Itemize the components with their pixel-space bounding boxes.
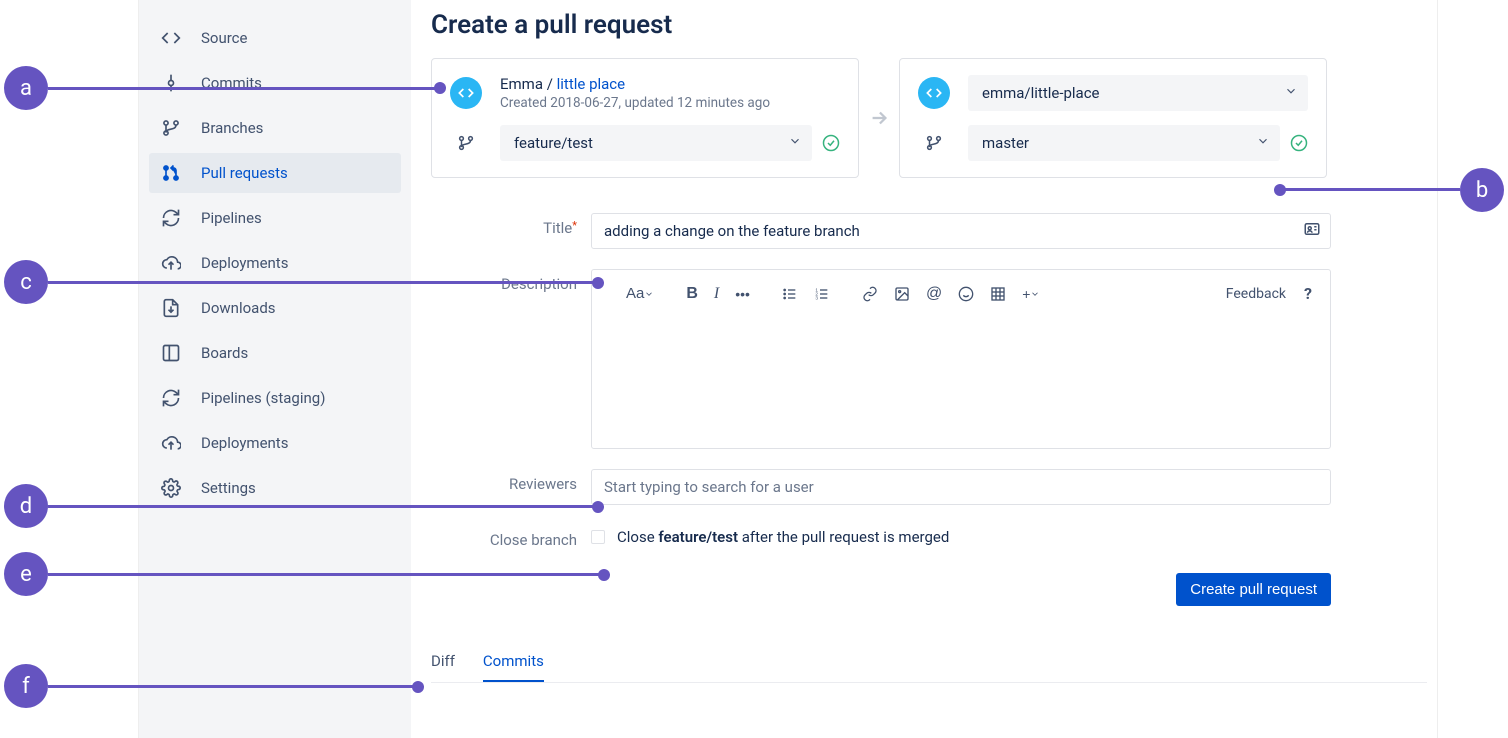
table-button[interactable] — [986, 282, 1010, 306]
branch-selector-row: Emma / little place Created 2018-06-27, … — [431, 58, 1427, 178]
title-input[interactable] — [591, 213, 1331, 249]
branch-icon — [918, 134, 950, 152]
arrow-icon — [859, 107, 899, 129]
description-label: Description — [431, 269, 591, 449]
sidebar-item-label: Deployments — [201, 434, 288, 452]
select-value: emma/little-place — [982, 84, 1100, 102]
tabs: Diff Commits — [431, 646, 1427, 683]
contact-card-icon[interactable] — [1303, 220, 1321, 242]
repo-icon — [918, 77, 950, 109]
sidebar-item-label: Boards — [201, 344, 248, 362]
feedback-link[interactable]: Feedback — [1226, 286, 1286, 302]
annotation-d: d — [4, 484, 48, 528]
status-check-icon — [1290, 134, 1308, 152]
dest-branch-select[interactable]: master — [968, 125, 1280, 161]
chevron-down-icon — [1284, 84, 1298, 102]
image-button[interactable] — [890, 282, 914, 306]
sidebar-item-pull-requests[interactable]: Pull requests — [149, 153, 401, 193]
sidebar-item-source[interactable]: Source — [149, 18, 401, 58]
annotation-b: b — [1460, 168, 1504, 212]
sidebar-item-label: Source — [201, 29, 247, 47]
italic-button[interactable]: I — [710, 281, 723, 307]
dest-branch-card: emma/little-place master — [899, 58, 1327, 178]
close-branch-label: Close branch — [431, 525, 591, 549]
app-frame: Source Commits Branches Pull requests Pi… — [138, 0, 1438, 738]
page-title: Create a pull request — [431, 10, 1427, 40]
pipelines-icon — [159, 386, 183, 410]
main-content: Create a pull request Emma / little plac… — [411, 0, 1437, 738]
annotation-f: f — [4, 664, 48, 708]
sidebar-item-pipelines[interactable]: Pipelines — [149, 198, 401, 238]
help-icon[interactable]: ? — [1304, 284, 1312, 303]
insert-more-button[interactable]: + — [1018, 282, 1044, 306]
tab-diff[interactable]: Diff — [431, 646, 455, 682]
create-pull-request-button[interactable]: Create pull request — [1176, 573, 1331, 606]
annotation-a: a — [4, 66, 48, 110]
close-branch-text: Close feature/test after the pull reques… — [617, 528, 949, 546]
sidebar-item-downloads[interactable]: Downloads — [149, 288, 401, 328]
pipelines-icon — [159, 206, 183, 230]
boards-icon — [159, 341, 183, 365]
annotation-e: e — [4, 552, 48, 596]
bullet-list-button[interactable] — [778, 282, 802, 306]
title-label: Title* — [431, 213, 591, 249]
sidebar-item-boards[interactable]: Boards — [149, 333, 401, 373]
repo-icon — [450, 77, 482, 109]
sidebar-item-label: Pull requests — [201, 164, 288, 182]
select-value: feature/test — [514, 134, 593, 152]
gear-icon — [159, 476, 183, 500]
sidebar-item-pipelines-staging[interactable]: Pipelines (staging) — [149, 378, 401, 418]
sidebar-item-label: Settings — [201, 479, 256, 497]
sidebar-item-label: Pipelines (staging) — [201, 389, 325, 407]
source-branch-select[interactable]: feature/test — [500, 125, 812, 161]
sidebar-item-settings[interactable]: Settings — [149, 468, 401, 508]
select-value: master — [982, 134, 1029, 152]
commit-icon — [159, 71, 183, 95]
text-style-button[interactable]: Aa — [622, 281, 658, 306]
editor-toolbar: Aa B I ••• 123 — [592, 270, 1330, 318]
sidebar-item-label: Downloads — [201, 299, 276, 317]
sidebar-item-deployments[interactable]: Deployments — [149, 243, 401, 283]
numbered-list-button[interactable]: 123 — [810, 282, 834, 306]
source-repo-meta: Created 2018-06-27, updated 12 minutes a… — [500, 95, 770, 111]
sidebar: Source Commits Branches Pull requests Pi… — [139, 0, 411, 738]
status-check-icon — [822, 134, 840, 152]
code-icon — [159, 26, 183, 50]
sidebar-item-branches[interactable]: Branches — [149, 108, 401, 148]
download-icon — [159, 296, 183, 320]
annotation-c: c — [4, 260, 48, 304]
bold-button[interactable]: B — [682, 281, 702, 307]
cloud-upload-icon — [159, 251, 183, 275]
description-editor[interactable]: Aa B I ••• 123 — [591, 269, 1331, 449]
emoji-button[interactable] — [954, 282, 978, 306]
mention-button[interactable]: @ — [922, 281, 946, 307]
sidebar-item-label: Pipelines — [201, 209, 262, 227]
sidebar-item-deployments-2[interactable]: Deployments — [149, 423, 401, 463]
tab-commits[interactable]: Commits — [483, 646, 544, 682]
reviewers-input[interactable]: Start typing to search for a user — [591, 469, 1331, 505]
pull-request-icon — [159, 161, 183, 185]
sidebar-item-label: Branches — [201, 119, 263, 137]
source-branch-card: Emma / little place Created 2018-06-27, … — [431, 58, 859, 178]
sidebar-item-commits[interactable]: Commits — [149, 63, 401, 103]
branch-icon — [159, 116, 183, 140]
svg-text:3: 3 — [815, 295, 818, 300]
close-branch-checkbox[interactable] — [591, 530, 605, 544]
cloud-upload-icon — [159, 431, 183, 455]
more-formatting-button[interactable]: ••• — [731, 282, 754, 306]
source-repo-link[interactable]: little place — [557, 75, 625, 93]
branch-icon — [450, 134, 482, 152]
dest-repo-select[interactable]: emma/little-place — [968, 75, 1308, 111]
link-button[interactable] — [858, 282, 882, 306]
source-repo-name: Emma / little place — [500, 75, 770, 93]
chevron-down-icon — [788, 134, 802, 152]
chevron-down-icon — [1256, 134, 1270, 152]
reviewers-label: Reviewers — [431, 469, 591, 505]
sidebar-item-label: Deployments — [201, 254, 288, 272]
